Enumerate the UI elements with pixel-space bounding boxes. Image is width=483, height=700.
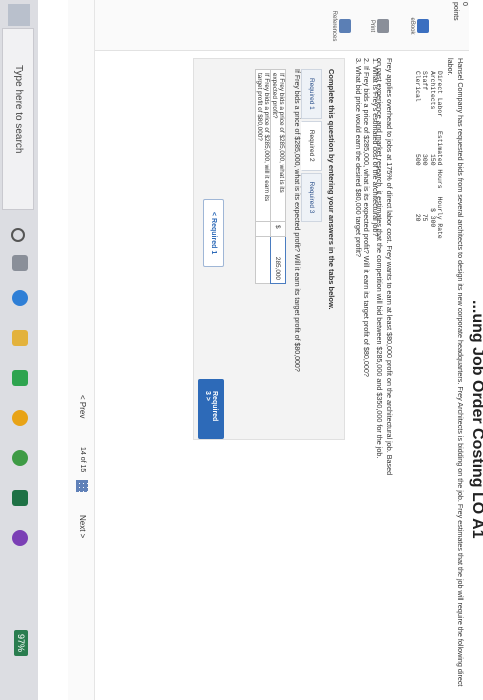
list-item: 2. If Frey bids a price of $285,000, wha… — [362, 58, 372, 377]
table-row: Architects 150 $ 300 — [428, 71, 436, 247]
ebook-label: eBook — [409, 17, 415, 35]
printer-icon — [377, 19, 389, 33]
currency-symbol: $ — [270, 221, 286, 237]
list-item: 3. What bid price would earn the desired… — [354, 58, 363, 257]
table-cell: Staff — [421, 71, 429, 91]
grid-icon[interactable] — [76, 480, 88, 492]
windows-start-icon[interactable] — [8, 4, 30, 26]
answer-panel: Complete this question by entering your … — [193, 58, 345, 440]
left-toolbar: 0 points eBook Print References — [89, 0, 469, 51]
table-cell: 75 — [421, 213, 429, 222]
table-cell: Clerical — [413, 71, 421, 102]
required-tabs: Required 1 Required 2 Required 3 — [301, 69, 322, 224]
taskbar-search[interactable]: Type here to search — [2, 28, 34, 210]
battery-indicator[interactable]: 97% — [14, 630, 28, 657]
table-cell: Architects — [428, 71, 436, 110]
references-label: References — [331, 10, 337, 42]
table-header: Direct Labor — [436, 71, 443, 118]
app-icon[interactable] — [12, 530, 28, 546]
prev-required-button[interactable]: < Required 1 — [203, 199, 224, 268]
excel-icon[interactable] — [12, 490, 28, 506]
photos-icon[interactable] — [12, 410, 28, 426]
table-cell: 300 — [421, 154, 429, 166]
expected-profit-input[interactable]: 285,000 — [270, 236, 286, 284]
next-question-button[interactable]: Next > — [78, 515, 87, 538]
page-title: ...ung Job Order Costing LO A1 — [469, 300, 483, 539]
edge-icon[interactable] — [12, 290, 28, 306]
print-button[interactable]: Print — [369, 6, 389, 46]
row-label: If Frey bids a price of $285,000, what i… — [270, 69, 286, 222]
question-text: If Frey bids a price of $285,000, what i… — [293, 69, 300, 372]
answer-table: If Frey bids a price of $285,000, what i… — [255, 69, 286, 284]
tab-required-1[interactable]: Required 1 — [301, 69, 322, 119]
chrome-icon[interactable] — [12, 450, 28, 466]
ebook-button[interactable]: eBook — [409, 6, 429, 46]
problem-intro: Hansel Company has requested bids from s… — [446, 58, 466, 688]
references-icon — [339, 19, 351, 33]
table-header-row: Direct Labor Estimated Hours Hourly Rate — [436, 71, 443, 247]
print-label: Print — [369, 19, 375, 33]
next-required-button[interactable]: Required 3 > — [198, 379, 224, 439]
tab-required-2[interactable]: Required 2 — [301, 120, 322, 171]
target-profit-select[interactable] — [255, 236, 271, 284]
tab-required-3[interactable]: Required 3 — [301, 172, 322, 223]
points-label: 0 points — [452, 2, 468, 21]
table-cell: 500 — [413, 154, 421, 166]
table-cell: 150 — [428, 154, 436, 166]
list-item: 1. What is Frey's estimated cost of the … — [371, 58, 380, 237]
prev-question-button[interactable]: < Prev — [78, 395, 87, 418]
store-icon[interactable] — [12, 370, 28, 386]
header-strip: ...ung Job Order Costing LO A1 — [469, 0, 483, 700]
instructions: Complete this question by entering your … — [327, 69, 336, 310]
question-list: 1. What is Frey's estimated cost of the … — [354, 58, 380, 377]
direct-labor-table: Direct Labor Estimated Hours Hourly Rate… — [413, 71, 443, 247]
references-button[interactable]: References — [331, 6, 351, 46]
table-row: If Frey bids a price of $285,000, what i… — [270, 69, 286, 284]
table-header: Estimated Hours — [436, 131, 443, 189]
table-row: Clerical 500 20 — [413, 71, 421, 247]
browser-viewport: ...ung Job Order Costing LO A1 0 points … — [0, 0, 483, 700]
table-cell: $ 300 — [428, 208, 436, 228]
photo-of-screen: ...ung Job Order Costing LO A1 0 points … — [0, 0, 483, 700]
table-row: If Frey bids a price of $285,000, will i… — [255, 69, 271, 284]
task-view-icon[interactable] — [12, 255, 28, 271]
question-pager: < Prev 14 of 15 Next > — [68, 0, 95, 700]
file-explorer-icon[interactable] — [12, 330, 28, 346]
currency-symbol — [255, 221, 271, 237]
table-header: Hourly Rate — [436, 196, 443, 239]
table-row: Staff 300 75 — [421, 71, 428, 247]
intro-text: Hansel Company has requested bids from s… — [446, 58, 466, 687]
row-label: If Frey bids a price of $285,000, will i… — [255, 69, 271, 222]
cortana-icon[interactable] — [11, 228, 25, 242]
windows-taskbar: Type here to search 97% — [0, 0, 38, 700]
search-placeholder: Type here to search — [13, 65, 24, 154]
question-count: 14 of 15 — [79, 447, 86, 473]
book-icon — [417, 19, 429, 33]
table-cell: 20 — [413, 213, 421, 222]
